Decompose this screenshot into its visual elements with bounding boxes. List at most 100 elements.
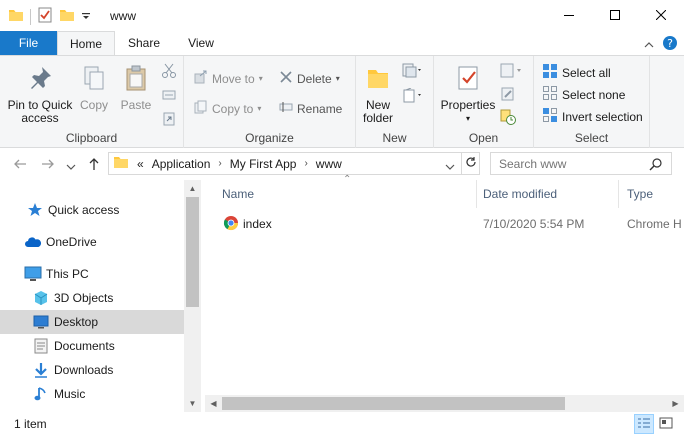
tab-home[interactable]: Home [57, 31, 115, 56]
rename-button[interactable]: Rename [279, 100, 342, 117]
cloud-icon [24, 233, 42, 251]
nav-item-quick-access[interactable]: Quick access [0, 198, 184, 222]
close-button[interactable] [638, 0, 684, 31]
select-none-icon [542, 85, 558, 104]
select-none-label: Select none [562, 87, 626, 102]
address-overflow[interactable]: « [137, 157, 144, 171]
properties-button[interactable]: Properties ▾ [438, 64, 498, 125]
back-button[interactable] [12, 156, 28, 175]
paste-button[interactable]: Paste [116, 64, 156, 112]
scroll-right-icon[interactable]: ▶ [667, 395, 684, 412]
select-all-button[interactable]: Select all [542, 63, 611, 82]
nav-item-desktop[interactable]: Desktop [0, 310, 184, 334]
address-bar[interactable]: « Application › My First App › www [108, 152, 462, 175]
tab-share[interactable]: Share [122, 31, 166, 55]
file-row[interactable]: index 7/10/2020 5:54 PM Chrome H [223, 213, 682, 235]
nav-item-label: 3D Objects [54, 291, 114, 305]
pin-to-quick-access-button[interactable]: Pin to Quick access [4, 64, 76, 125]
delete-label: Delete [297, 71, 332, 86]
collapse-ribbon-icon[interactable] [644, 38, 654, 52]
new-item-icon[interactable] [402, 63, 422, 82]
tab-file[interactable]: File [0, 31, 57, 55]
file-list: ⌃ Name Date modified Type index 7/10/202… [205, 174, 684, 412]
details-view-button[interactable] [634, 414, 654, 434]
help-icon[interactable]: ? [662, 35, 678, 54]
search-input[interactable] [499, 153, 649, 174]
select-group-label: Select [574, 131, 609, 145]
refresh-button[interactable] [462, 152, 480, 175]
item-count: 1 item [14, 417, 47, 431]
column-header-name[interactable]: Name [212, 180, 477, 208]
scrollbar-thumb[interactable] [222, 397, 565, 410]
forward-button[interactable] [40, 156, 56, 175]
chevron-down-icon: ▾ [258, 74, 263, 83]
nav-item-label: This PC [46, 267, 89, 281]
delete-button[interactable]: Delete ▾ [279, 70, 340, 87]
ribbon-tabs: File Home Share View ? [0, 31, 684, 56]
move-to-button[interactable]: Move to ▾ [194, 70, 263, 87]
search-box[interactable] [490, 152, 672, 175]
minimize-button[interactable] [546, 0, 592, 31]
scroll-down-icon[interactable]: ▼ [184, 395, 201, 412]
folder-icon [113, 154, 129, 173]
column-header-date-modified[interactable]: Date modified [473, 180, 619, 208]
breadcrumb-my-first-app[interactable]: My First App [230, 157, 297, 171]
search-icon[interactable] [649, 157, 663, 174]
chevron-right-icon[interactable]: › [304, 158, 307, 169]
clipboard-group: Pin to Quick access Copy Paste Clipboard [0, 56, 184, 148]
breadcrumb-application[interactable]: Application [152, 157, 211, 171]
edit-icon[interactable] [500, 86, 524, 105]
nav-item-label: Downloads [54, 363, 114, 377]
address-dropdown-icon[interactable] [445, 160, 455, 174]
chevron-right-icon[interactable]: › [218, 158, 221, 169]
paste-shortcut-icon[interactable] [161, 111, 177, 130]
scrollbar-thumb[interactable] [186, 197, 199, 307]
scroll-up-icon[interactable]: ▲ [184, 180, 201, 197]
new-folder-qat-icon[interactable] [59, 7, 75, 26]
select-all-label: Select all [562, 65, 611, 80]
move-to-icon [194, 70, 208, 87]
cut-icon[interactable] [161, 63, 177, 82]
nav-item-onedrive[interactable]: OneDrive [0, 230, 184, 254]
tab-view[interactable]: View [181, 31, 221, 55]
history-icon[interactable] [500, 109, 524, 128]
nav-item-music[interactable]: Music [0, 382, 184, 406]
select-none-button[interactable]: Select none [542, 85, 625, 104]
properties-qat-icon[interactable] [37, 7, 53, 26]
copy-to-button[interactable]: Copy to ▾ [194, 100, 261, 117]
window-title: www [110, 9, 136, 23]
properties-icon [438, 64, 498, 95]
nav-item-label: OneDrive [46, 235, 97, 249]
scroll-left-icon[interactable]: ◀ [205, 395, 222, 412]
file-list-horizontal-scrollbar[interactable]: ◀ ▶ [205, 395, 684, 412]
invert-selection-label: Invert selection [562, 109, 643, 124]
copy-to-label: Copy to [212, 101, 254, 116]
nav-item-3d-objects[interactable]: 3D Objects [0, 286, 184, 310]
nav-item-documents[interactable]: Documents [0, 334, 184, 358]
nav-item-this-pc[interactable]: This PC [0, 262, 184, 286]
nav-item-downloads[interactable]: Downloads [0, 358, 184, 382]
maximize-button[interactable] [592, 0, 638, 31]
up-button[interactable] [86, 156, 102, 175]
navigation-pane: Quick access OneDrive This PC 3D Objects… [0, 180, 200, 412]
cube-icon [32, 289, 50, 307]
copy-path-icon[interactable] [161, 87, 177, 106]
nav-item-label: Documents [54, 339, 115, 353]
new-folder-label: New folder [362, 98, 394, 125]
recent-locations-button[interactable] [66, 160, 76, 174]
new-folder-icon [358, 64, 398, 95]
customize-qat-icon[interactable] [81, 10, 91, 24]
desktop-icon [32, 313, 50, 331]
invert-selection-icon [542, 107, 558, 126]
nav-pane-scrollbar[interactable]: ▲ ▼ [184, 180, 201, 412]
copy-button[interactable]: Copy [76, 64, 112, 112]
open-icon[interactable] [500, 63, 524, 82]
breadcrumb-www[interactable]: www [316, 157, 342, 171]
new-folder-button[interactable]: New folder [358, 64, 398, 125]
star-icon [26, 201, 44, 219]
chevron-down-icon: ▾ [465, 114, 470, 123]
invert-selection-button[interactable]: Invert selection [542, 107, 643, 126]
column-header-type[interactable]: Type [617, 180, 684, 208]
easy-access-icon[interactable] [402, 87, 422, 107]
large-icons-view-button[interactable] [656, 414, 676, 434]
